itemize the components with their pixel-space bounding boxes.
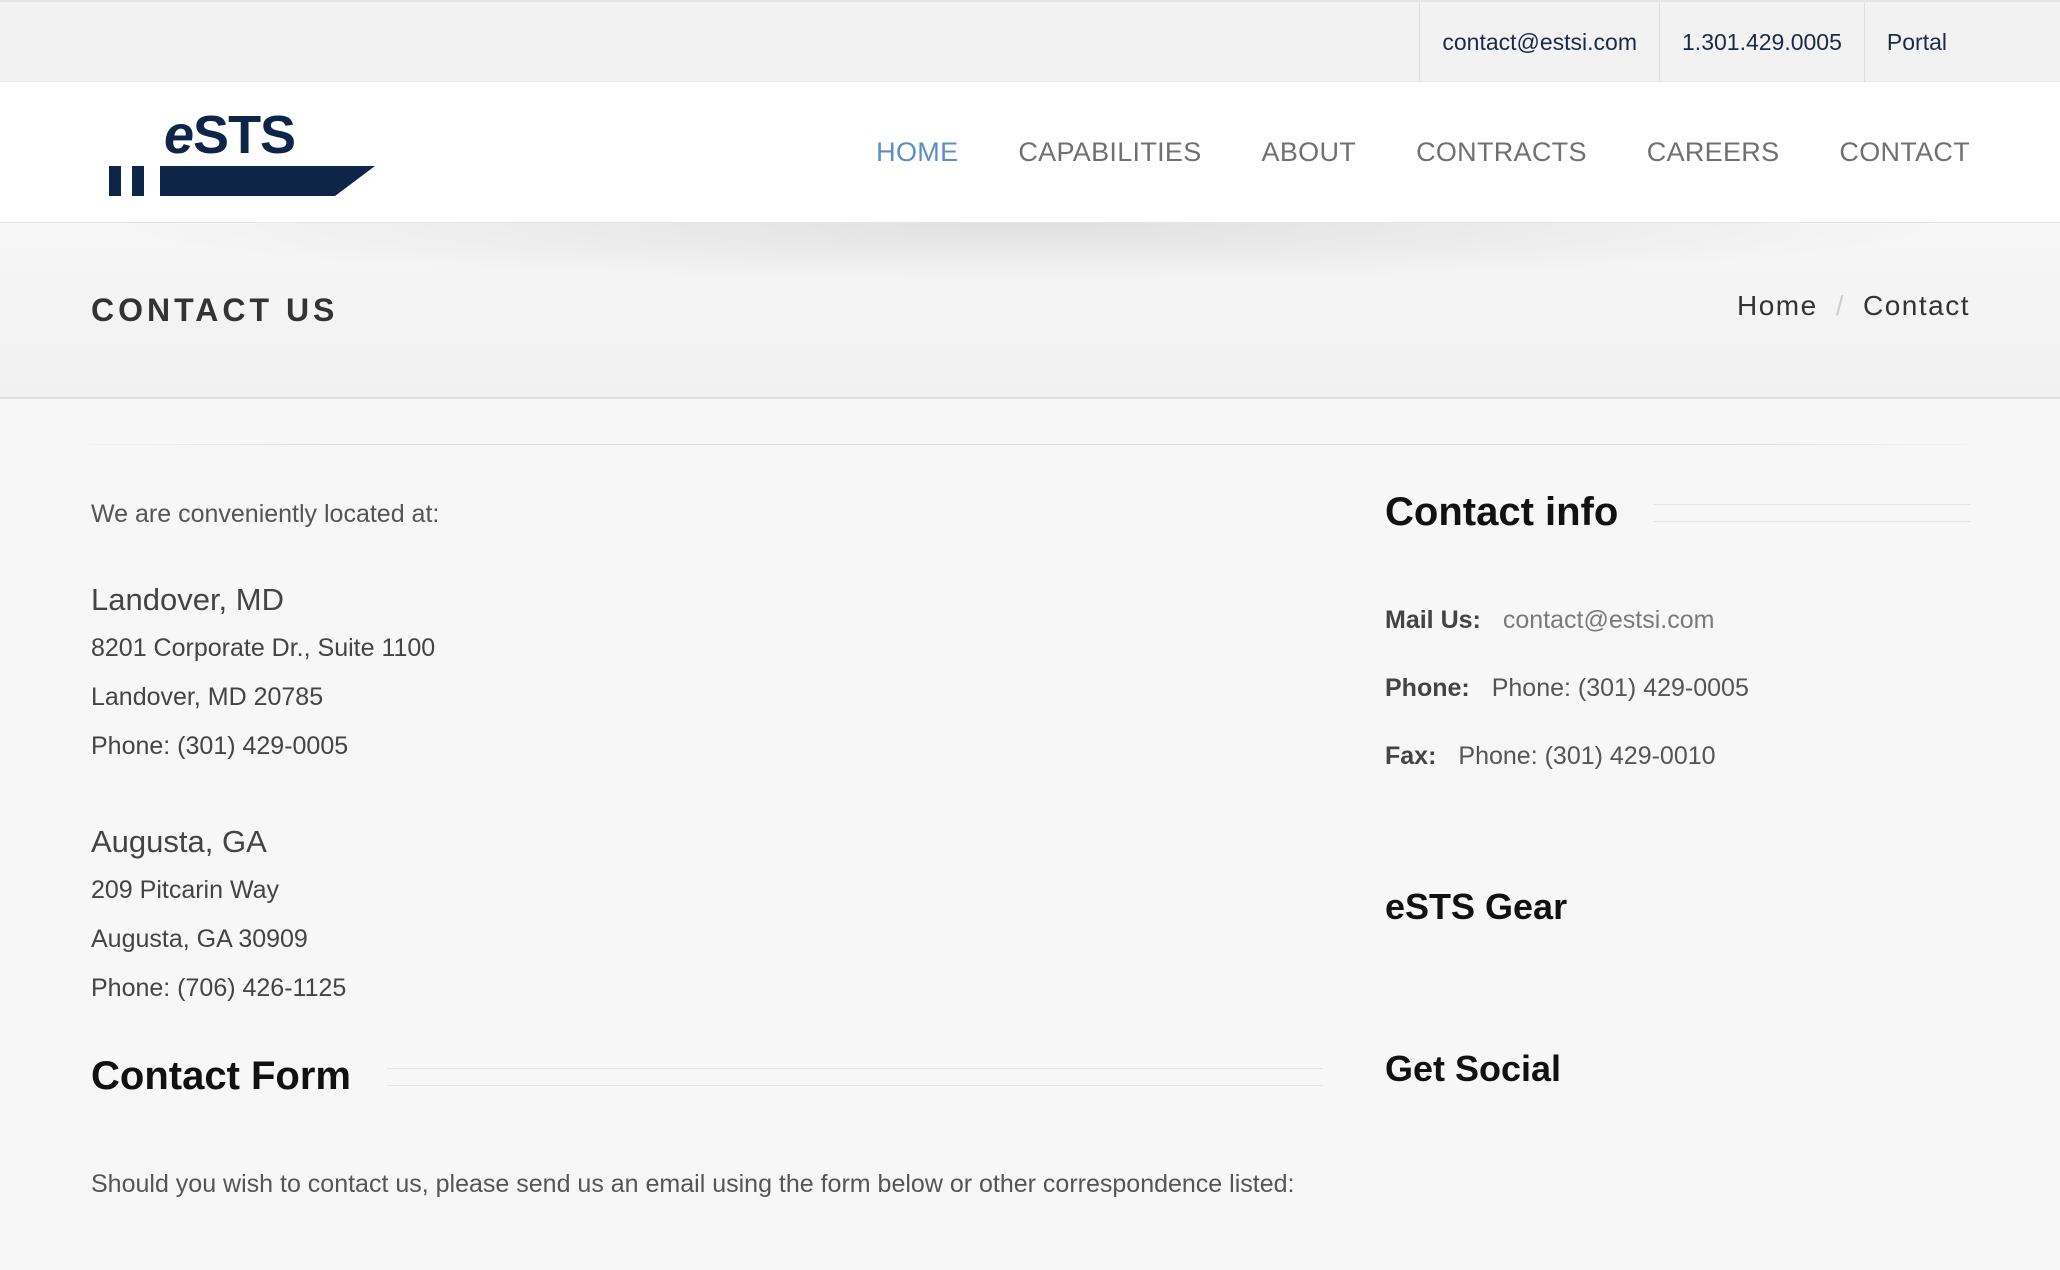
location-street: 8201 Corporate Dr., Suite 1100 bbox=[91, 634, 436, 662]
location-phone: Phone: (706) 426-1125 bbox=[91, 974, 347, 1002]
breadcrumb: Home / Contact bbox=[1737, 290, 1970, 322]
heading-rule bbox=[387, 1067, 1323, 1086]
phone-label: Phone: bbox=[1385, 674, 1470, 702]
location-name: Augusta, GA bbox=[91, 824, 267, 859]
logo-wordmark: eSTS bbox=[164, 105, 296, 165]
location-name: Landover, MD bbox=[91, 582, 284, 617]
locations-intro: We are conveniently located at: bbox=[91, 500, 440, 528]
site-header: eSTS HOME CAPABILITIES ABOUT CONTRACTS C… bbox=[0, 82, 2060, 223]
location-street: 209 Pitcarin Way bbox=[91, 876, 280, 904]
phone-value: Phone: (301) 429-0005 bbox=[1491, 674, 1749, 702]
contact-info-heading: Contact info bbox=[1385, 490, 1971, 535]
page-title: CONTACT US bbox=[91, 292, 339, 328]
top-portal-link[interactable]: Portal bbox=[1863, 2, 1967, 82]
top-phone-link[interactable]: 1.301.429.0005 bbox=[1659, 2, 1864, 82]
top-email-link[interactable]: contact@estsi.com bbox=[1419, 2, 1659, 82]
mail-label: Mail Us: bbox=[1385, 606, 1481, 634]
contact-form-text: Should you wish to contact us, please se… bbox=[91, 1170, 1295, 1198]
heading-rule bbox=[1654, 503, 1971, 522]
site-logo[interactable]: eSTS bbox=[108, 105, 376, 198]
location-augusta: Augusta, GA 209 Pitcarin Way Augusta, GA… bbox=[91, 824, 346, 1003]
top-bar-links: contact@estsi.com 1.301.429.0005 Portal bbox=[1419, 2, 1967, 82]
contact-form-title: Contact Form bbox=[91, 1054, 351, 1098]
info-fax-row: Fax: Phone: (301) 429-0010 bbox=[1385, 742, 1716, 771]
nav-contact[interactable]: CONTACT bbox=[1839, 137, 1970, 168]
fax-value: Phone: (301) 429-0010 bbox=[1458, 742, 1716, 770]
location-city: Augusta, GA 30909 bbox=[91, 925, 308, 953]
fax-label: Fax: bbox=[1385, 742, 1437, 770]
mail-link[interactable]: contact@estsi.com bbox=[1503, 606, 1715, 634]
location-city: Landover, MD 20785 bbox=[91, 683, 324, 711]
gear-heading: eSTS Gear bbox=[1385, 886, 1568, 927]
nav-capabilities[interactable]: CAPABILITIES bbox=[1018, 137, 1201, 168]
contact-info-title: Contact info bbox=[1385, 490, 1619, 534]
info-phone-row: Phone: Phone: (301) 429-0005 bbox=[1385, 674, 1749, 703]
social-heading: Get Social bbox=[1385, 1048, 1562, 1089]
nav-about[interactable]: ABOUT bbox=[1262, 137, 1357, 168]
info-mail-row: Mail Us: contact@estsi.com bbox=[1385, 606, 1714, 635]
main-nav: HOME CAPABILITIES ABOUT CONTRACTS CAREER… bbox=[816, 82, 1970, 223]
top-bar: contact@estsi.com 1.301.429.0005 Portal bbox=[0, 0, 2060, 82]
location-landover: Landover, MD 8201 Corporate Dr., Suite 1… bbox=[91, 582, 435, 761]
breadcrumb-separator: / bbox=[1835, 290, 1845, 321]
nav-careers[interactable]: CAREERS bbox=[1647, 137, 1780, 168]
breadcrumb-current: Contact bbox=[1863, 290, 1970, 321]
content-divider bbox=[40, 444, 2020, 445]
contact-form-heading: Contact Form bbox=[91, 1054, 1323, 1099]
location-phone: Phone: (301) 429-0005 bbox=[91, 732, 349, 760]
nav-contracts[interactable]: CONTRACTS bbox=[1416, 137, 1587, 168]
breadcrumb-home[interactable]: Home bbox=[1737, 290, 1818, 322]
header-shadow bbox=[100, 223, 1960, 283]
nav-home[interactable]: HOME bbox=[876, 137, 958, 168]
